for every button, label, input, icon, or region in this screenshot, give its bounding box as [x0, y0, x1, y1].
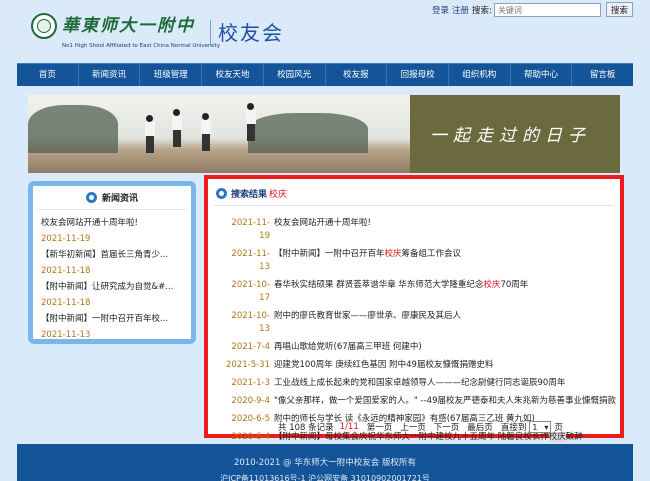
banner-slogan-panel: 一起走过的日子: [410, 95, 620, 173]
result-date: 2021-1-3: [231, 378, 270, 388]
runner-figure: [245, 103, 257, 143]
login-link[interactable]: 登录: [432, 4, 449, 16]
nav-item-home[interactable]: 首页: [17, 64, 79, 86]
header: 華東师大一附中 No1 High Shool Affiliated to Eas…: [0, 0, 650, 62]
result-date: 2020-6-5: [231, 414, 270, 424]
page-select[interactable]: 1 ▾: [529, 421, 552, 433]
result-row: 2021-11-19 校友会网站开通十周年啦!: [222, 217, 620, 243]
result-link[interactable]: 校友会网站开通十周年啦!: [274, 217, 371, 243]
result-row: 2021-10-13 附中的廖氏教育世家——廖世承、廖康民及其后人: [222, 310, 620, 336]
search-label: 搜索:: [472, 6, 492, 16]
result-row: 2021-1-3 工业战线上成长起来的党和国家卓越领导人———纪念尉健行同志诞辰9…: [222, 377, 620, 390]
total-pages: /11: [345, 422, 359, 432]
result-row: 2020-9-4 "像父亲那样，做一个爱国爱家的人。" --49届校友严德泰和夫人…: [222, 395, 620, 408]
nav-item-message-board[interactable]: 留言板: [572, 64, 633, 86]
search-input[interactable]: [493, 3, 601, 17]
result-link[interactable]: 迎建党100周年 庚续红色基因 附中49届校友慷慨捐赠史料: [274, 359, 493, 372]
result-date: 2021-11-13: [231, 249, 270, 272]
nav-item-class-manage[interactable]: 班级管理: [140, 64, 203, 86]
result-date: 2021-7-4: [231, 342, 270, 352]
banner-slogan: 一起走过的日子: [430, 126, 591, 146]
news-sidebar: 新闻资讯 校友会网站开通十周年啦! 2021-11-19 【新华初新闻】首届长三…: [28, 181, 196, 344]
sidebar-news-link[interactable]: 【附中新闻】让研究成为自觉&#...: [41, 279, 185, 295]
runner-figure: [144, 115, 156, 155]
results-header: 搜索结果 校庆: [216, 187, 287, 200]
nav-item-news[interactable]: 新闻资讯: [79, 64, 141, 86]
footer: 2010-2021 @ 华东师大一附中校友会 版权所有 沪ICP备1101361…: [17, 444, 633, 481]
result-link[interactable]: 春华秋实结硕果 群贤荟萃谱华章 华东师范大学隆重纪念校庆70周年: [274, 279, 528, 305]
result-link[interactable]: 【附中新闻】一附中召开百年校庆筹备组工作会议: [274, 248, 461, 274]
chevron-down-icon: ▾: [544, 422, 549, 432]
pagination: 共 108 条记录 1/11 第一页 上一页 下一页 最后页 直接到 1 ▾ 页: [278, 421, 563, 433]
result-link[interactable]: 工业战线上成长起来的党和国家卓越领导人———纪念尉健行同志诞辰90周年: [274, 377, 565, 390]
logo-chinese-name: 華東师大一附中: [62, 16, 195, 36]
result-row: 2021-10-17 春华秋实结硕果 群贤荟萃谱华章 华东师范大学隆重纪念校庆70…: [222, 279, 620, 305]
results-list: 2021-11-19 校友会网站开通十周年啦! 2021-11-13 【附中新闻】一…: [222, 217, 620, 449]
result-row: 2021-5-31 迎建党100周年 庚续红色基因 附中49届校友慷慨捐赠史料: [222, 359, 620, 372]
search-button[interactable]: 搜索: [606, 2, 633, 17]
nav-item-alumni-paper[interactable]: 校友报: [326, 64, 388, 86]
search-keyword: 校庆: [269, 190, 288, 200]
total-records: 共 108 条记录: [278, 423, 334, 433]
result-link[interactable]: 再唱山歌给党听(67届高三甲班 何建中): [274, 341, 422, 354]
runner-figure: [171, 109, 183, 149]
result-link[interactable]: "像父亲那样，做一个爱国爱家的人。" --49届校友严德泰和夫人朱兆新为慈善事业…: [274, 395, 616, 408]
prev-page-link[interactable]: 上一页: [400, 421, 426, 433]
divider: [214, 205, 614, 206]
result-date: 2020-9-4: [231, 396, 270, 406]
result-row: 2021-7-4 再唱山歌给党听(67届高三甲班 何建中): [222, 341, 620, 354]
register-link[interactable]: 注册: [452, 4, 469, 16]
nav-item-help[interactable]: 帮助中心: [511, 64, 573, 86]
top-utility-bar: 登录 注册 搜索: 搜索: [432, 2, 633, 17]
bullet-icon: [216, 188, 227, 199]
sidebar-news-list: 校友会网站开通十周年啦! 2021-11-19 【新华初新闻】首届长三角青少..…: [33, 210, 191, 343]
result-date: 2021-10-13: [231, 311, 270, 334]
sidebar-title: 新闻资讯: [101, 194, 138, 204]
nav-item-campus-scenery[interactable]: 校园风光: [264, 64, 326, 86]
sidebar-news-date: 2021-11-18: [41, 298, 91, 308]
nav-item-alumni-world[interactable]: 校友天地: [202, 64, 264, 86]
nav-item-give-back[interactable]: 回报母校: [387, 64, 449, 86]
logo-divider: [210, 20, 211, 46]
result-date: 2020-6-4: [231, 432, 270, 442]
result-date: 2021-5-31: [226, 360, 270, 370]
page-unit: 页: [554, 423, 563, 433]
banner-image: 一起走过的日子: [28, 95, 620, 173]
sidebar-news-link[interactable]: 校友会网站开通十周年啦!: [41, 215, 185, 231]
result-date: 2021-10-17: [231, 280, 270, 303]
last-page-link[interactable]: 最后页: [467, 421, 493, 433]
sidebar-news-date: 2021-11-13: [41, 330, 91, 340]
footer-copyright: 2010-2021 @ 华东师大一附中校友会 版权所有: [234, 458, 416, 468]
result-link[interactable]: 附中的廖氏教育世家——廖世承、廖康民及其后人: [274, 310, 461, 336]
logo-english-name: No1 High Shool Affiliated to East China …: [62, 43, 221, 49]
sidebar-news-date: 2021-11-18: [41, 266, 91, 276]
search-results-panel: 搜索结果 校庆 2021-11-19 校友会网站开通十周年啦! 2021-11-1…: [204, 175, 624, 442]
sidebar-news-link[interactable]: 【新华初新闻】首届长三角青少...: [41, 247, 185, 263]
footer-icp: 沪ICP备11013616号-1 沪公网安备 31010902001721号: [220, 474, 430, 481]
bullet-icon: [85, 192, 97, 203]
first-page-link[interactable]: 第一页: [367, 421, 393, 433]
sidebar-news-date: 2021-11-19: [41, 234, 91, 244]
goto-label: 直接到: [500, 423, 527, 433]
result-row: 2021-11-13 【附中新闻】一附中召开百年校庆筹备组工作会议: [222, 248, 620, 274]
runner-figure: [200, 113, 212, 153]
sidebar-news-link[interactable]: 【附中新闻】一附中召开百年校...: [41, 311, 185, 327]
sidebar-title-bar: 新闻资讯: [37, 186, 187, 210]
results-title: 搜索结果: [231, 190, 268, 200]
result-date: 2021-11-19: [231, 218, 270, 241]
school-emblem-logo[interactable]: [31, 13, 57, 39]
next-page-link[interactable]: 下一页: [434, 421, 460, 433]
main-nav: 首页 新闻资讯 班级管理 校友天地 校园风光 校友报 回报母校 组织机构 帮助中…: [17, 63, 633, 86]
nav-item-organization[interactable]: 组织机构: [449, 64, 511, 86]
site-title: 校友会: [218, 21, 284, 45]
